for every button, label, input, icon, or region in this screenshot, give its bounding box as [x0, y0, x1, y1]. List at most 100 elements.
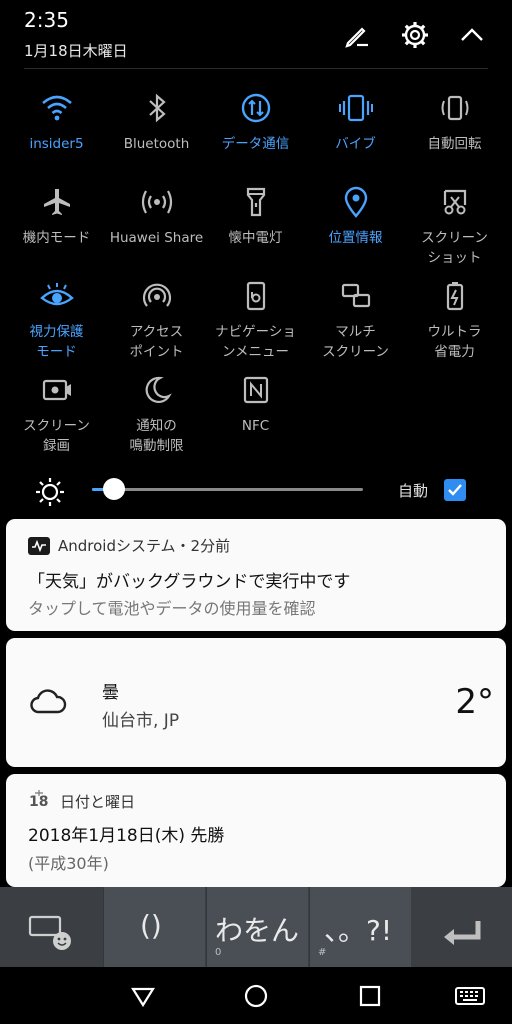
- navigation-dock-icon: [238, 278, 274, 314]
- do-not-disturb-icon: [139, 372, 175, 408]
- nfc-icon: [238, 372, 274, 408]
- tile-label: マルチ スクリーン: [322, 324, 389, 360]
- tile-hotspot[interactable]: アクセス ポイント: [107, 274, 206, 364]
- tile-screenshot[interactable]: スクリーン ショット: [405, 180, 504, 270]
- brightness-slider[interactable]: [92, 488, 363, 491]
- notification-android-system[interactable]: Androidシステム・2分前 「天気」がバックグラウンドで実行中です タップし…: [6, 519, 506, 631]
- enter-key-icon[interactable]: [440, 917, 484, 951]
- activity-icon: [28, 536, 50, 555]
- ultra-battery-icon: [437, 278, 473, 314]
- cloud-icon: [28, 686, 68, 718]
- tile-label: NFC: [241, 418, 270, 434]
- calendar-icon-day: 18: [29, 794, 49, 810]
- auto-brightness-checkbox[interactable]: [444, 479, 466, 501]
- tile-multi-screen[interactable]: マルチ スクリーン: [306, 274, 405, 364]
- mobile-data-icon: [238, 90, 274, 126]
- tile-label: ナビゲーショ ンメニュー: [215, 324, 296, 360]
- wifi-icon: [39, 90, 75, 126]
- brightness-icon: [34, 476, 66, 508]
- checkmark-icon: [448, 484, 462, 496]
- navigation-bar: [0, 967, 512, 1024]
- tile-navigation-dock[interactable]: ナビゲーショ ンメニュー: [206, 274, 305, 364]
- location-icon: [338, 184, 374, 220]
- tile-do-not-disturb[interactable]: 通知の 鳴動制限: [107, 368, 206, 458]
- vibrate-icon: [338, 90, 374, 126]
- tile-ultra-battery[interactable]: ウルトラ 省電力: [405, 274, 504, 364]
- tile-label: バイブ: [335, 136, 376, 152]
- weather-temperature: 2°: [455, 682, 494, 722]
- tile-label: 視力保護 モード: [29, 324, 84, 360]
- key-sublabel: 0: [215, 947, 222, 958]
- tile-label: insider5: [29, 136, 84, 152]
- keyboard-key[interactable]: 、。?! #: [309, 887, 411, 967]
- tile-label: スクリーン ショット: [421, 230, 488, 266]
- emoji-keyboard-icon[interactable]: [28, 913, 74, 953]
- notification-app-name: Androidシステム・2分前: [58, 537, 231, 555]
- gear-icon[interactable]: [398, 18, 432, 52]
- back-icon[interactable]: [128, 981, 158, 1011]
- tile-flashlight[interactable]: 懐中電灯: [206, 180, 305, 270]
- key-label: 、。?!: [324, 914, 393, 947]
- airplane-icon: [39, 184, 75, 220]
- tile-screen-record[interactable]: スクリーン 録画: [7, 368, 106, 458]
- tile-label: 通知の 鳴動制限: [129, 418, 184, 454]
- tile-label: データ通信: [221, 136, 290, 152]
- tile-label: Huawei Share: [109, 230, 204, 246]
- date-label: 1月18日木曜日: [24, 42, 128, 60]
- notification-date[interactable]: 18 日付と曜日 2018年1月18日(木) 先勝 (平成30年): [6, 774, 506, 887]
- calendar-icon: 18: [28, 790, 50, 812]
- weather-location: 仙台市, JP: [102, 711, 180, 731]
- keyboard-key[interactable]: わをん 0: [206, 887, 308, 967]
- key-label: わをん: [215, 914, 300, 947]
- notification-title: 2018年1月18日(木) 先勝: [28, 826, 225, 846]
- notification-title: 「天気」がバックグラウンドで実行中です: [28, 572, 351, 592]
- tile-label: 位置情報: [328, 230, 383, 246]
- tile-bluetooth[interactable]: Bluetooth: [107, 86, 206, 176]
- notification-header: 18 日付と曜日: [28, 790, 135, 812]
- tile-wifi[interactable]: insider5: [7, 86, 106, 176]
- notification-header: Androidシステム・2分前: [28, 535, 230, 556]
- recents-icon[interactable]: [355, 981, 385, 1011]
- tile-mobile-data[interactable]: データ通信: [206, 86, 305, 176]
- huawei-share-icon: [139, 184, 175, 220]
- header-divider: [24, 68, 488, 69]
- tile-label: スクリーン 録画: [23, 418, 90, 454]
- keyboard-background: () わをん 0 、。?! #: [0, 887, 512, 967]
- weather-condition: 曇: [102, 683, 119, 703]
- notification-text: タップして電池やデータの使用量を確認: [28, 599, 316, 618]
- edit-icon[interactable]: [340, 18, 374, 52]
- key-label: (): [140, 909, 162, 942]
- keyboard-icon[interactable]: [454, 981, 486, 1011]
- tile-huawei-share[interactable]: Huawei Share: [107, 180, 206, 270]
- eye-comfort-icon: [39, 278, 75, 314]
- tile-airplane[interactable]: 機内モード: [7, 180, 106, 270]
- auto-brightness-label: 自動: [398, 482, 429, 500]
- flashlight-icon: [238, 184, 274, 220]
- screen-record-icon: [39, 372, 75, 408]
- bluetooth-icon: [139, 90, 175, 126]
- tile-label: 懐中電灯: [228, 230, 283, 246]
- tile-label: ウルトラ 省電力: [427, 324, 482, 360]
- brightness-slider-handle[interactable]: [102, 478, 125, 500]
- auto-rotate-icon: [437, 90, 473, 126]
- tile-label: アクセス ポイント: [129, 324, 184, 360]
- tile-label: 自動回転: [427, 136, 482, 152]
- chevron-up-icon[interactable]: [455, 18, 489, 52]
- tile-label: Bluetooth: [123, 136, 190, 152]
- tile-auto-rotate[interactable]: 自動回転: [405, 86, 504, 176]
- notification-app-name: 日付と曜日: [60, 792, 136, 811]
- notification-text: (平成30年): [28, 854, 109, 873]
- tile-vibrate[interactable]: バイブ: [306, 86, 405, 176]
- home-icon[interactable]: [241, 981, 271, 1011]
- tile-location[interactable]: 位置情報: [306, 180, 405, 270]
- multi-screen-icon: [338, 278, 374, 314]
- tile-label: 機内モード: [22, 230, 91, 246]
- keyboard-key[interactable]: (): [103, 887, 205, 967]
- tile-eye-comfort[interactable]: 視力保護 モード: [7, 274, 106, 364]
- key-sublabel: #: [318, 947, 327, 958]
- hotspot-icon: [139, 278, 175, 314]
- tile-nfc[interactable]: NFC: [206, 368, 305, 458]
- screenshot-icon: [437, 184, 473, 220]
- notification-weather[interactable]: 曇 仙台市, JP 2°: [6, 638, 506, 767]
- clock: 2:35: [24, 8, 69, 32]
